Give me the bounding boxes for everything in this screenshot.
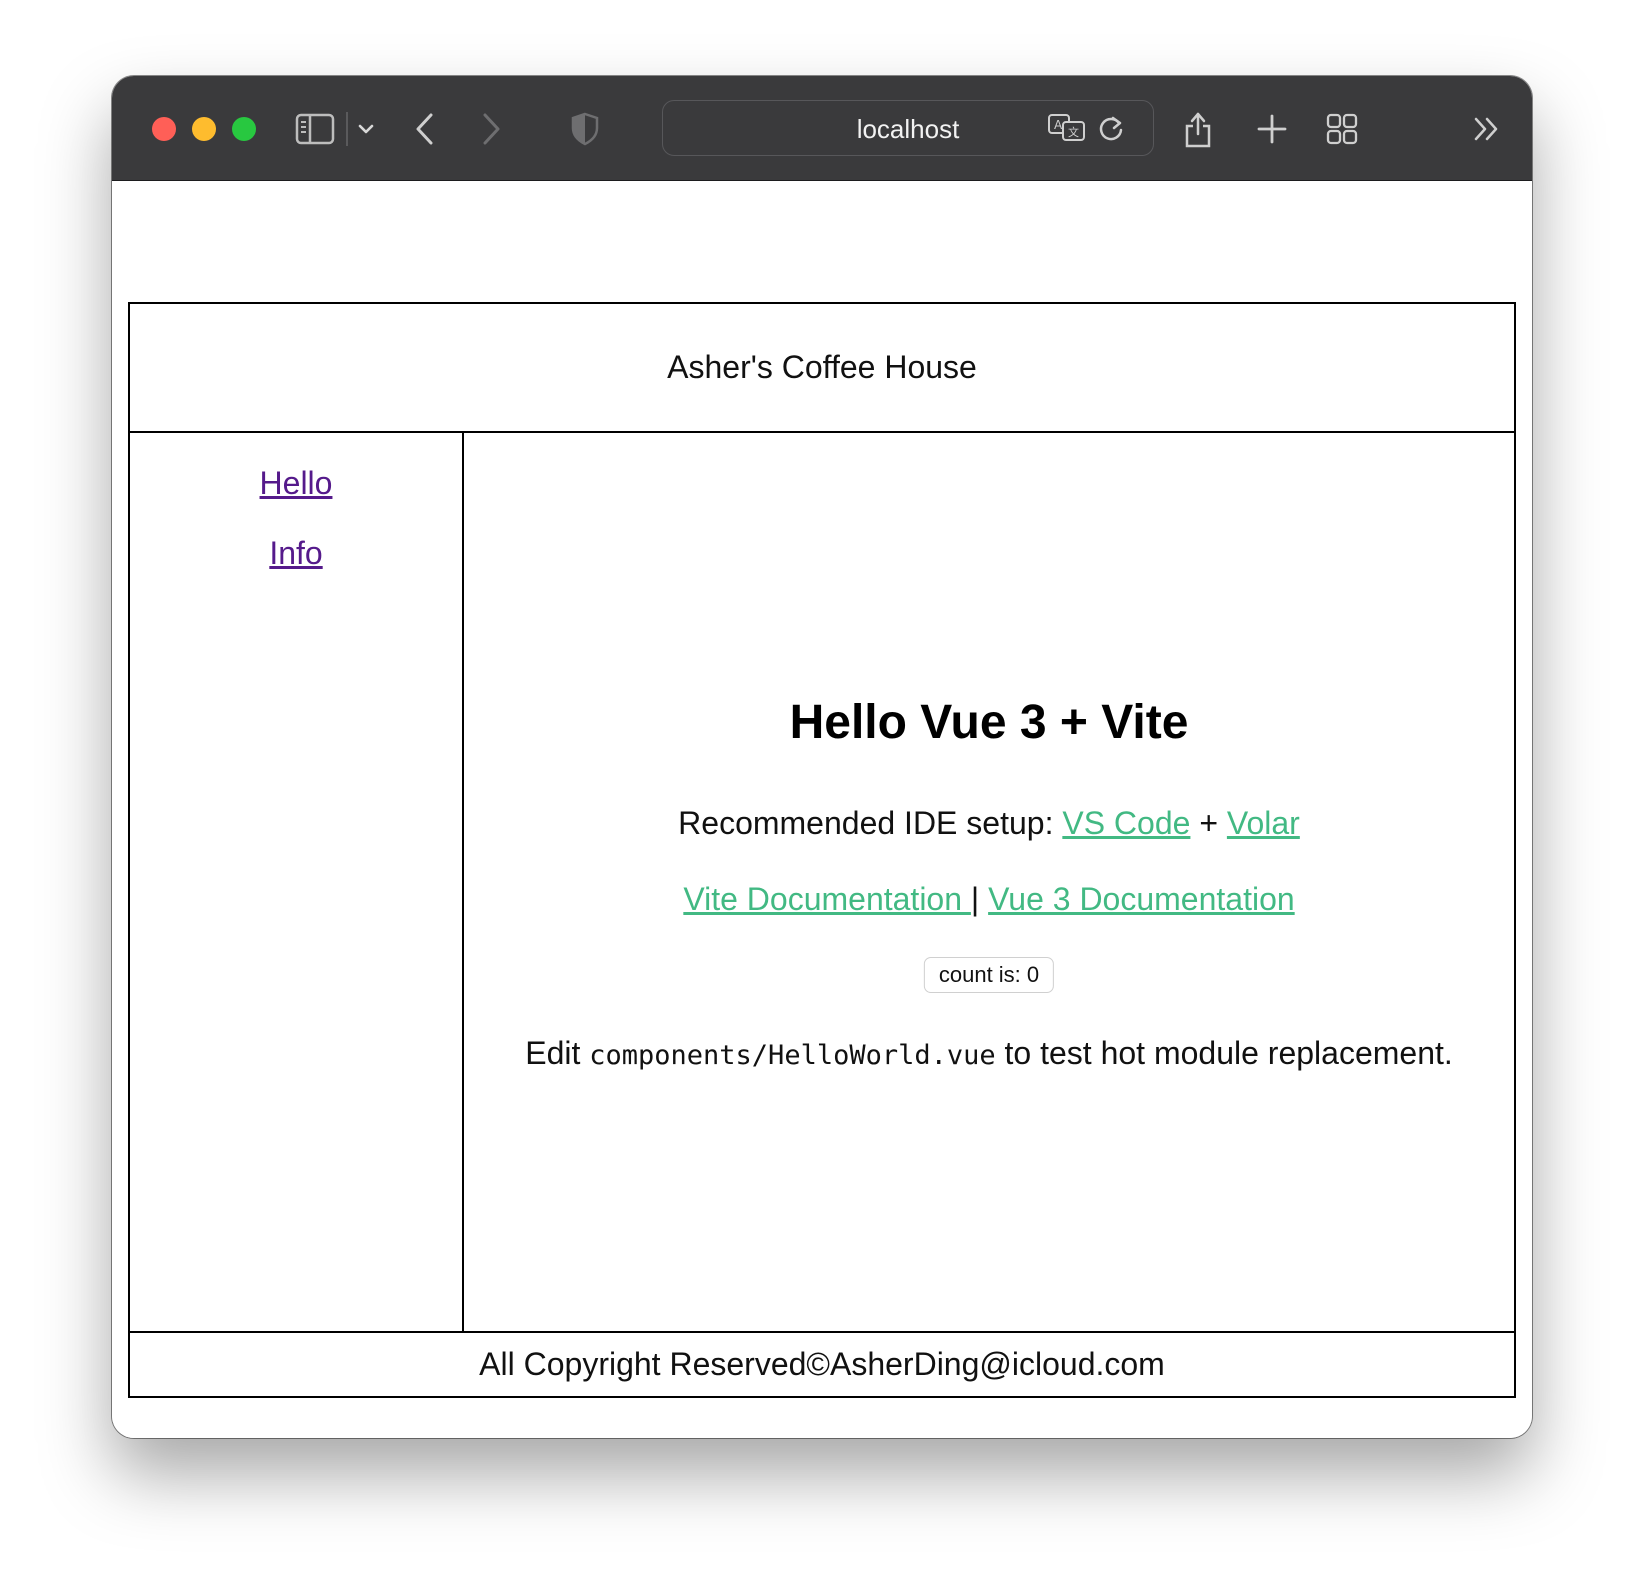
nav-link-info[interactable]: Info xyxy=(130,533,462,573)
share-icon[interactable] xyxy=(1180,104,1216,154)
edit-hint: Edit components/HelloWorld.vue to test h… xyxy=(464,1033,1514,1076)
back-icon[interactable] xyxy=(410,104,440,154)
vue-docs-link[interactable]: Vue 3 Documentation xyxy=(988,881,1295,917)
copyright-text: All Copyright Reserved©AsherDing@icloud.… xyxy=(479,1346,1165,1382)
maximize-icon[interactable] xyxy=(232,117,256,141)
edit-suffix: to test hot module replacement. xyxy=(995,1035,1453,1071)
edit-prefix: Edit xyxy=(525,1035,590,1071)
site-title: Asher's Coffee House xyxy=(667,349,977,385)
page-heading: Hello Vue 3 + Vite xyxy=(789,696,1189,749)
site-header: Asher's Coffee House xyxy=(130,304,1514,433)
sidebar-nav: Hello Info xyxy=(130,433,464,1333)
volar-link[interactable]: Volar xyxy=(1227,805,1300,841)
ide-setup-label: Recommended IDE setup: xyxy=(678,805,1063,841)
site-footer: All Copyright Reserved©AsherDing@icloud.… xyxy=(130,1331,1514,1396)
main-content: Hello Vue 3 + Vite Recommended IDE setup… xyxy=(464,433,1514,1333)
reload-icon[interactable] xyxy=(1097,114,1125,149)
ide-setup-line: Recommended IDE setup: VS Code + Volar xyxy=(464,803,1514,843)
vscode-link[interactable]: VS Code xyxy=(1062,805,1190,841)
more-icon[interactable] xyxy=(1470,104,1504,154)
count-button[interactable]: count is: 0 xyxy=(923,957,1055,993)
toolbar-divider xyxy=(346,104,348,154)
nav-link-hello[interactable]: Hello xyxy=(130,463,462,503)
translate-icon[interactable]: A文 xyxy=(1047,113,1087,148)
page-content: Asher's Coffee House Hello Info Hello Vu… xyxy=(112,182,1532,1438)
svg-text:A: A xyxy=(1054,118,1063,132)
docs-line: Vite Documentation | Vue 3 Documentation xyxy=(464,879,1514,919)
docs-separator: | xyxy=(970,881,980,917)
plus-icon[interactable] xyxy=(1254,104,1290,154)
app-layout: Asher's Coffee House Hello Info Hello Vu… xyxy=(128,302,1516,1398)
chevron-down-icon[interactable] xyxy=(354,104,378,154)
plus-separator: + xyxy=(1190,805,1227,841)
vite-docs-link[interactable]: Vite Documentation xyxy=(683,881,971,917)
tab-overview-icon[interactable] xyxy=(1324,104,1360,154)
close-icon[interactable] xyxy=(152,117,176,141)
shield-icon[interactable] xyxy=(568,104,602,154)
sidebar-icon[interactable] xyxy=(294,104,336,154)
svg-text:文: 文 xyxy=(1068,125,1079,139)
minimize-icon[interactable] xyxy=(192,117,216,141)
address-bar[interactable]: localhost A文 xyxy=(662,100,1154,156)
browser-toolbar: localhost A文 xyxy=(112,76,1532,181)
browser-window: localhost A文 Asher's Coffee House Hello … xyxy=(112,76,1532,1438)
file-path-code: components/HelloWorld.vue xyxy=(589,1040,996,1071)
forward-icon[interactable] xyxy=(476,104,506,154)
